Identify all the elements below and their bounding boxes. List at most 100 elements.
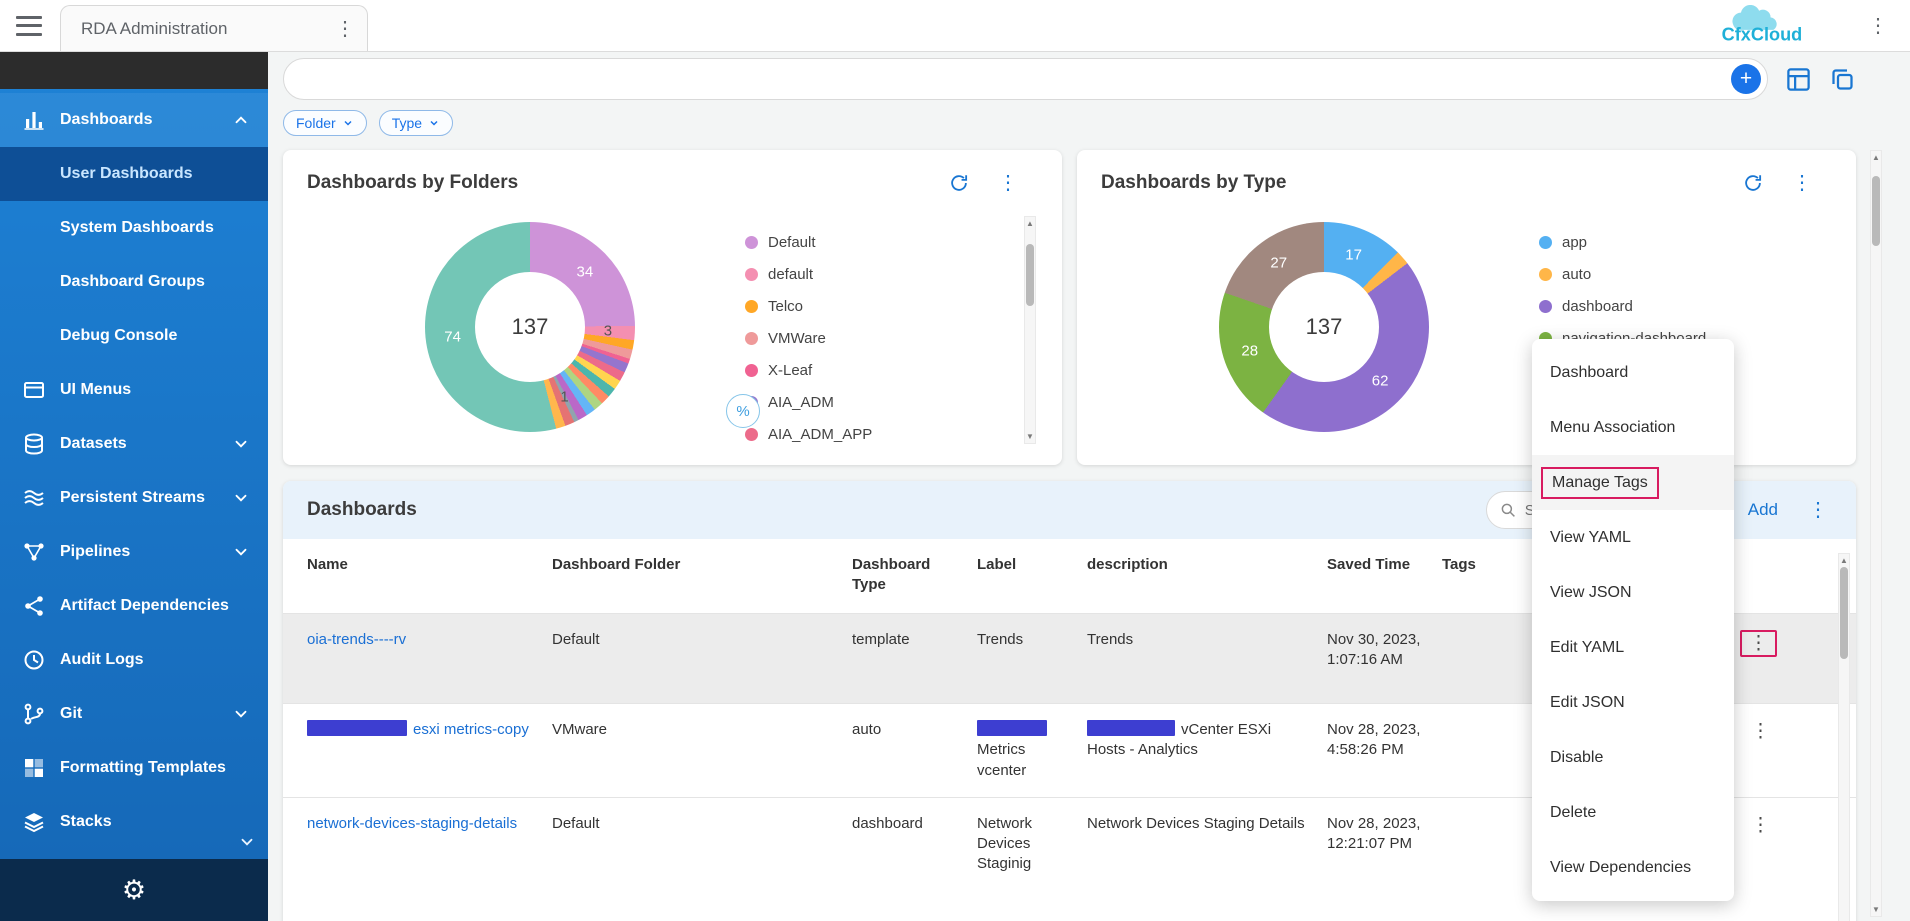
refresh-icon[interactable] (948, 172, 970, 194)
cell-label: Metrics vcenter (977, 720, 1087, 781)
donut-chart: 137 17622827 (1219, 222, 1429, 432)
menu-item-disable[interactable]: Disable (1532, 730, 1734, 785)
legend-item[interactable]: default (745, 258, 872, 290)
dashboard-name-link[interactable]: network-devices-staging-details (307, 815, 517, 832)
percent-toggle-badge[interactable]: % (726, 394, 760, 428)
legend-label: auto (1562, 266, 1591, 283)
filter-chip-folder[interactable]: Folder (283, 110, 367, 136)
table-kebab-icon[interactable]: ⋮ (1808, 500, 1828, 520)
sidebar-scroll-down-icon[interactable] (238, 833, 256, 851)
legend-item[interactable]: app (1539, 226, 1706, 258)
sidebar-item-formatting-templates[interactable]: Formatting Templates (0, 741, 268, 795)
sidebar-item-label: User Dashboards (60, 165, 193, 183)
sidebar-item-user-dashboards[interactable]: User Dashboards (0, 147, 268, 201)
hamburger-menu-icon[interactable] (16, 16, 42, 36)
page-scrollbar[interactable]: ▲ ▼ (1870, 150, 1882, 917)
plus-add-button[interactable]: + (1731, 64, 1761, 94)
legend-dot (745, 364, 758, 377)
menu-item-edit-json[interactable]: Edit JSON (1532, 675, 1734, 730)
card-kebab-icon[interactable]: ⋮ (1792, 173, 1812, 193)
cell-text: Nov 28, 2023, 4:58:26 PM (1327, 721, 1420, 758)
legend-item[interactable]: Default (745, 226, 872, 258)
sidebar-item-dashboards[interactable]: Dashboards (0, 93, 268, 147)
menu-item-view-dependencies[interactable]: View Dependencies (1532, 840, 1734, 895)
settings-gear-icon[interactable]: ⚙ (122, 875, 146, 906)
brand-text: CfxCloud (1722, 24, 1803, 44)
legend-scrollbar[interactable]: ▲▼ (1024, 216, 1036, 444)
menu-item-menu-association[interactable]: Menu Association (1532, 400, 1734, 455)
sidebar-item-persistent-streams[interactable]: Persistent Streams (0, 471, 268, 525)
menu-item-delete[interactable]: Delete (1532, 785, 1734, 840)
sidebar-item-label: Audit Logs (60, 651, 144, 669)
legend-label: AIA_ADM (768, 394, 834, 411)
dashboard-name-link[interactable]: esxi metrics-copy (413, 721, 529, 738)
git-icon (22, 702, 46, 726)
slice-value-label: 1 (560, 388, 568, 405)
dashboard-name-link[interactable]: oia-trends----rv (307, 631, 406, 648)
column-header-name: Name (307, 555, 552, 599)
scroll-up-icon[interactable]: ▲ (1025, 217, 1035, 230)
row-actions-kebab-icon[interactable]: ⋮ (1751, 816, 1770, 835)
menu-item-edit-yaml[interactable]: Edit YAML (1532, 620, 1734, 675)
annotation-box: ⋮ (1740, 630, 1777, 657)
card-kebab-icon[interactable]: ⋮ (998, 173, 1018, 193)
slice-value-label: 17 (1345, 246, 1362, 263)
menu-item-dashboard[interactable]: Dashboard (1532, 345, 1734, 400)
chevron-down-icon (428, 117, 440, 129)
cell-description: Network Devices Staging Details (1087, 814, 1327, 875)
sidebar-item-debug-console[interactable]: Debug Console (0, 309, 268, 363)
sidebar-item-pipelines[interactable]: Pipelines (0, 525, 268, 579)
topbar-kebab-icon[interactable]: ⋮ (1868, 16, 1888, 36)
sidebar-item-system-dashboards[interactable]: System Dashboards (0, 201, 268, 255)
row-actions-kebab-icon[interactable]: ⋮ (1751, 722, 1770, 741)
copy-icon[interactable] (1829, 66, 1856, 93)
pipeline-icon (22, 540, 46, 564)
legend-item[interactable]: AIA_ADM (745, 386, 872, 418)
menu-item-view-yaml[interactable]: View YAML (1532, 510, 1734, 565)
legend-item[interactable]: VMWare (745, 322, 872, 354)
scroll-down-icon[interactable]: ▼ (1871, 903, 1881, 916)
sidebar-item-dashboard-groups[interactable]: Dashboard Groups (0, 255, 268, 309)
filter-chip-type[interactable]: Type (379, 110, 453, 136)
legend-label: VMWare (768, 330, 826, 347)
cell-name: esxi metrics-copy (307, 720, 552, 781)
sidebar-item-artifact-dependencies[interactable]: Artifact Dependencies (0, 579, 268, 633)
legend-item[interactable]: dashboard (1539, 290, 1706, 322)
sidebar-item-datasets[interactable]: Datasets (0, 417, 268, 471)
table-scrollbar[interactable]: ▲ (1838, 553, 1850, 921)
sidebar-item-ui-menus[interactable]: UI Menus (0, 363, 268, 417)
menu-item-manage-tags[interactable]: Manage Tags (1532, 455, 1734, 510)
legend-item[interactable]: X-Leaf (745, 354, 872, 386)
scroll-down-icon[interactable]: ▼ (1025, 430, 1035, 443)
donut-total-label: 137 (1269, 272, 1379, 382)
legend-dot (745, 268, 758, 281)
dashboard-grid-icon[interactable] (1785, 66, 1812, 93)
app-tab[interactable]: RDA Administration ⋮ (60, 5, 368, 51)
dashboards-by-type-card: Dashboards by Type ⋮ 137 17622827 appaut… (1077, 150, 1856, 465)
refresh-icon[interactable] (1742, 172, 1764, 194)
main-search: + (283, 58, 1768, 100)
legend-item[interactable]: auto (1539, 258, 1706, 290)
kebab-wrap: ⋮ (1744, 814, 1777, 837)
kebab-wrap: ⋮ (1744, 720, 1777, 743)
menu-item-view-json[interactable]: View JSON (1532, 565, 1734, 620)
row-actions-kebab-icon[interactable]: ⋮ (1749, 634, 1768, 653)
sidebar-item-git[interactable]: Git (0, 687, 268, 741)
column-header-description: description (1087, 555, 1327, 599)
table-add-button[interactable]: Add (1748, 500, 1778, 520)
main-search-input[interactable] (284, 59, 1767, 99)
scroll-up-icon[interactable]: ▲ (1839, 554, 1849, 567)
cell-saved_time: Nov 28, 2023, 4:58:26 PM (1327, 720, 1442, 781)
legend-item[interactable]: AIA_ADM_APP (745, 418, 872, 450)
sidebar-item-audit-logs[interactable]: Audit Logs (0, 633, 268, 687)
legend-item[interactable]: Telco (745, 290, 872, 322)
scroll-up-icon[interactable]: ▲ (1871, 151, 1881, 164)
tab-kebab-icon[interactable]: ⋮ (335, 19, 355, 39)
cell-name: oia-trends----rv (307, 630, 552, 687)
filter-chip-label: Folder (296, 115, 336, 131)
sidebar-item-stacks[interactable]: Stacks (0, 795, 268, 849)
slice-value-label: 27 (1270, 255, 1287, 272)
cell-text: Default (552, 815, 600, 832)
sidebar-item-label: Artifact Dependencies (60, 597, 229, 615)
donut-chart: 137 343174 (425, 222, 635, 432)
